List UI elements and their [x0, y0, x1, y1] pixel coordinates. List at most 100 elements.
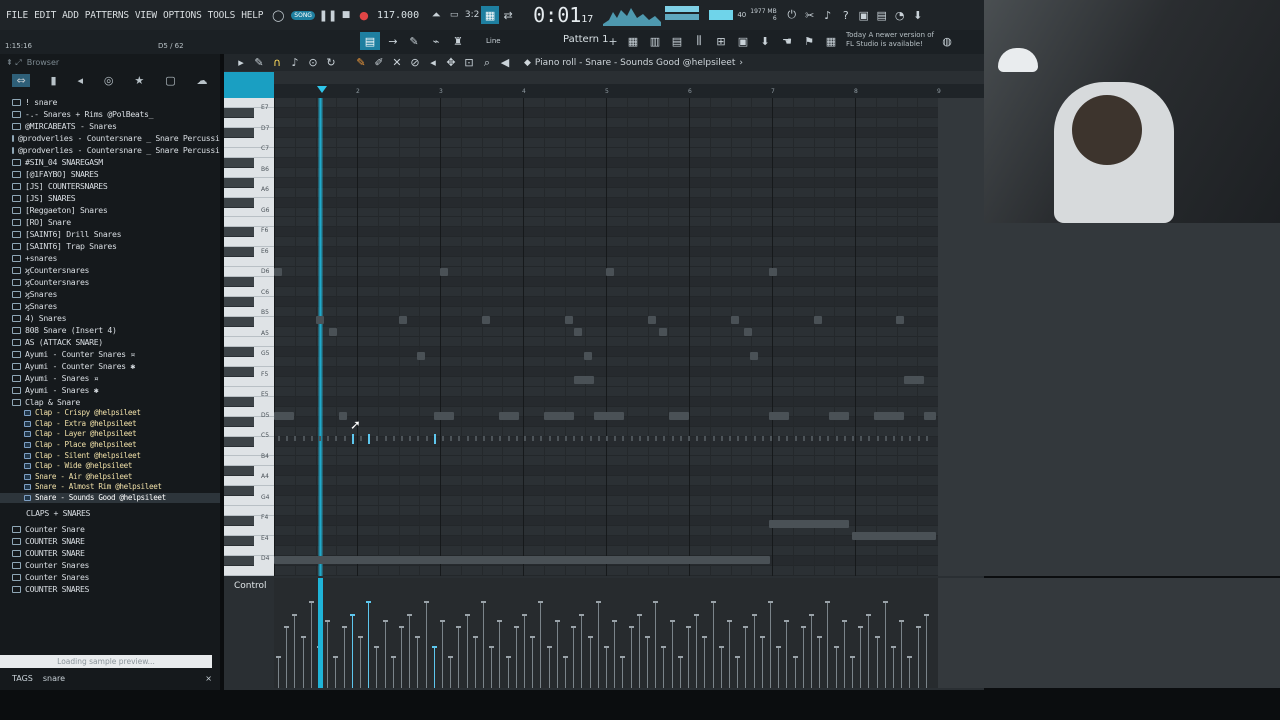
- browser-sample[interactable]: Snare - Sounds Good @helpsileet: [0, 492, 220, 504]
- velocity-handle[interactable]: [407, 614, 413, 616]
- velocity-handle[interactable]: [800, 626, 806, 628]
- velocity-handle[interactable]: [276, 656, 281, 658]
- velocity-stem[interactable]: [294, 616, 296, 688]
- velocity-stem[interactable]: [556, 622, 558, 688]
- velocity-handle[interactable]: [735, 656, 741, 658]
- ghost-note[interactable]: [648, 316, 656, 324]
- velocity-stem[interactable]: [524, 616, 525, 688]
- velocity-lane-extension[interactable]: [938, 578, 1280, 688]
- pr-paint-icon[interactable]: ♪: [286, 54, 304, 72]
- note-block[interactable]: [278, 436, 280, 441]
- note-block[interactable]: [573, 436, 576, 441]
- velocity-handle[interactable]: [604, 646, 609, 648]
- velocity-handle[interactable]: [300, 636, 306, 638]
- browser-sample[interactable]: Clap - Place @helpsileet: [0, 440, 220, 451]
- velocity-stem[interactable]: [704, 638, 706, 688]
- velocity-stem[interactable]: [532, 638, 534, 688]
- velocity-handle[interactable]: [571, 626, 577, 628]
- note-block[interactable]: [655, 436, 658, 441]
- note-block[interactable]: [729, 436, 731, 441]
- tempo-tapper-icon[interactable]: ▦: [822, 32, 840, 50]
- pr-loop-icon[interactable]: ↻: [322, 54, 340, 72]
- pr-mute-icon[interactable]: ⊘: [406, 54, 424, 72]
- velocity-stem[interactable]: [351, 616, 353, 688]
- velocity-handle[interactable]: [759, 636, 765, 638]
- piano-key[interactable]: [224, 218, 274, 228]
- note-block[interactable]: [696, 436, 699, 441]
- piano-key[interactable]: [224, 516, 254, 527]
- velocity-handle[interactable]: [382, 620, 388, 622]
- ghost-note[interactable]: [769, 520, 849, 528]
- browser-folder[interactable]: Counter Snare: [0, 523, 220, 535]
- velocity-stem[interactable]: [376, 648, 378, 688]
- velocity-stem[interactable]: [835, 648, 837, 688]
- velocity-stem[interactable]: [548, 648, 550, 688]
- note-block[interactable]: [794, 436, 797, 441]
- velocity-handle[interactable]: [702, 636, 708, 638]
- browser-folder[interactable]: [@1FAYBO] SNARES: [0, 168, 220, 180]
- velocity-handle[interactable]: [464, 614, 470, 616]
- piano-key[interactable]: [224, 536, 254, 547]
- browser-folder[interactable]: 4) Snares: [0, 312, 220, 324]
- ghost-note[interactable]: [896, 316, 904, 324]
- velocity-handle[interactable]: [628, 626, 634, 628]
- browser-folder[interactable]: Ayumi - Counter Snares ¤: [0, 348, 220, 360]
- piano-key[interactable]: [224, 357, 274, 367]
- browser-sample[interactable]: Clap - Extra @helpsileet: [0, 419, 220, 430]
- note-block[interactable]: [491, 436, 494, 441]
- velocity-handle[interactable]: [481, 601, 486, 603]
- mixer-icon[interactable]: ▦: [624, 32, 642, 50]
- arrow-icon[interactable]: →: [384, 32, 402, 50]
- note-block[interactable]: [319, 436, 321, 441]
- note-block[interactable]: [704, 436, 707, 441]
- velocity-stem[interactable]: [745, 628, 747, 688]
- piano-key[interactable]: [224, 277, 254, 288]
- ghost-note[interactable]: [482, 316, 490, 324]
- browser-folder[interactable]: [SAINT6] Drill Snares: [0, 228, 220, 240]
- plugin-icon[interactable]: ⊞: [712, 32, 730, 50]
- note-block[interactable]: [458, 436, 461, 441]
- ghost-note[interactable]: [924, 412, 936, 420]
- velocity-handle[interactable]: [727, 620, 732, 622]
- velocity-handle[interactable]: [694, 614, 700, 616]
- browser-target-icon[interactable]: ◎: [104, 74, 114, 87]
- note-block[interactable]: [917, 436, 920, 441]
- piano-roll-icon[interactable]: ▤: [668, 32, 686, 50]
- velocity-stem[interactable]: [786, 622, 788, 688]
- ghost-note[interactable]: [417, 352, 425, 360]
- velocity-handle[interactable]: [677, 656, 683, 658]
- piano-key[interactable]: [224, 566, 274, 576]
- browser-folder[interactable]: Counter Snares: [0, 571, 220, 583]
- note-block[interactable]: [753, 436, 756, 441]
- note-block[interactable]: [663, 436, 666, 441]
- velocity-handle[interactable]: [792, 656, 798, 658]
- ghost-note[interactable]: [744, 328, 752, 336]
- note-block[interactable]: [392, 436, 395, 441]
- velocity-stem[interactable]: [843, 622, 845, 688]
- note-block[interactable]: [515, 436, 518, 441]
- ghost-note[interactable]: [316, 316, 324, 324]
- note-block[interactable]: [712, 436, 715, 441]
- note-grid[interactable]: [274, 98, 938, 576]
- velocity-handle[interactable]: [440, 620, 445, 622]
- velocity-handle[interactable]: [882, 601, 888, 603]
- velocity-stem[interactable]: [720, 648, 722, 688]
- browser-back-icon[interactable]: ⇔: [12, 73, 30, 87]
- browser-folder[interactable]: COUNTER SNARE: [0, 535, 220, 547]
- note-block[interactable]: [786, 436, 789, 441]
- browser-folder[interactable]: #SIN_04 SNAREGASM: [0, 156, 220, 168]
- velocity-stem[interactable]: [688, 628, 689, 688]
- note-block[interactable]: [802, 436, 805, 441]
- stamp-icon[interactable]: ♜: [449, 32, 467, 50]
- browser-folder[interactable]: Ayumi - Snares ¤: [0, 372, 220, 384]
- browser-folder[interactable]: @prodverlies - Countersnare _ Snare Perc…: [0, 144, 220, 156]
- velocity-handle[interactable]: [850, 656, 855, 658]
- velocity-stem[interactable]: [565, 658, 566, 688]
- piano-key[interactable]: [224, 317, 254, 328]
- velocity-handle[interactable]: [899, 620, 905, 622]
- menu-file[interactable]: FILE: [6, 10, 28, 21]
- note-block[interactable]: [901, 436, 904, 441]
- velocity-handle[interactable]: [645, 636, 650, 638]
- velocity-stem[interactable]: [466, 616, 468, 688]
- note-block[interactable]: [442, 436, 444, 441]
